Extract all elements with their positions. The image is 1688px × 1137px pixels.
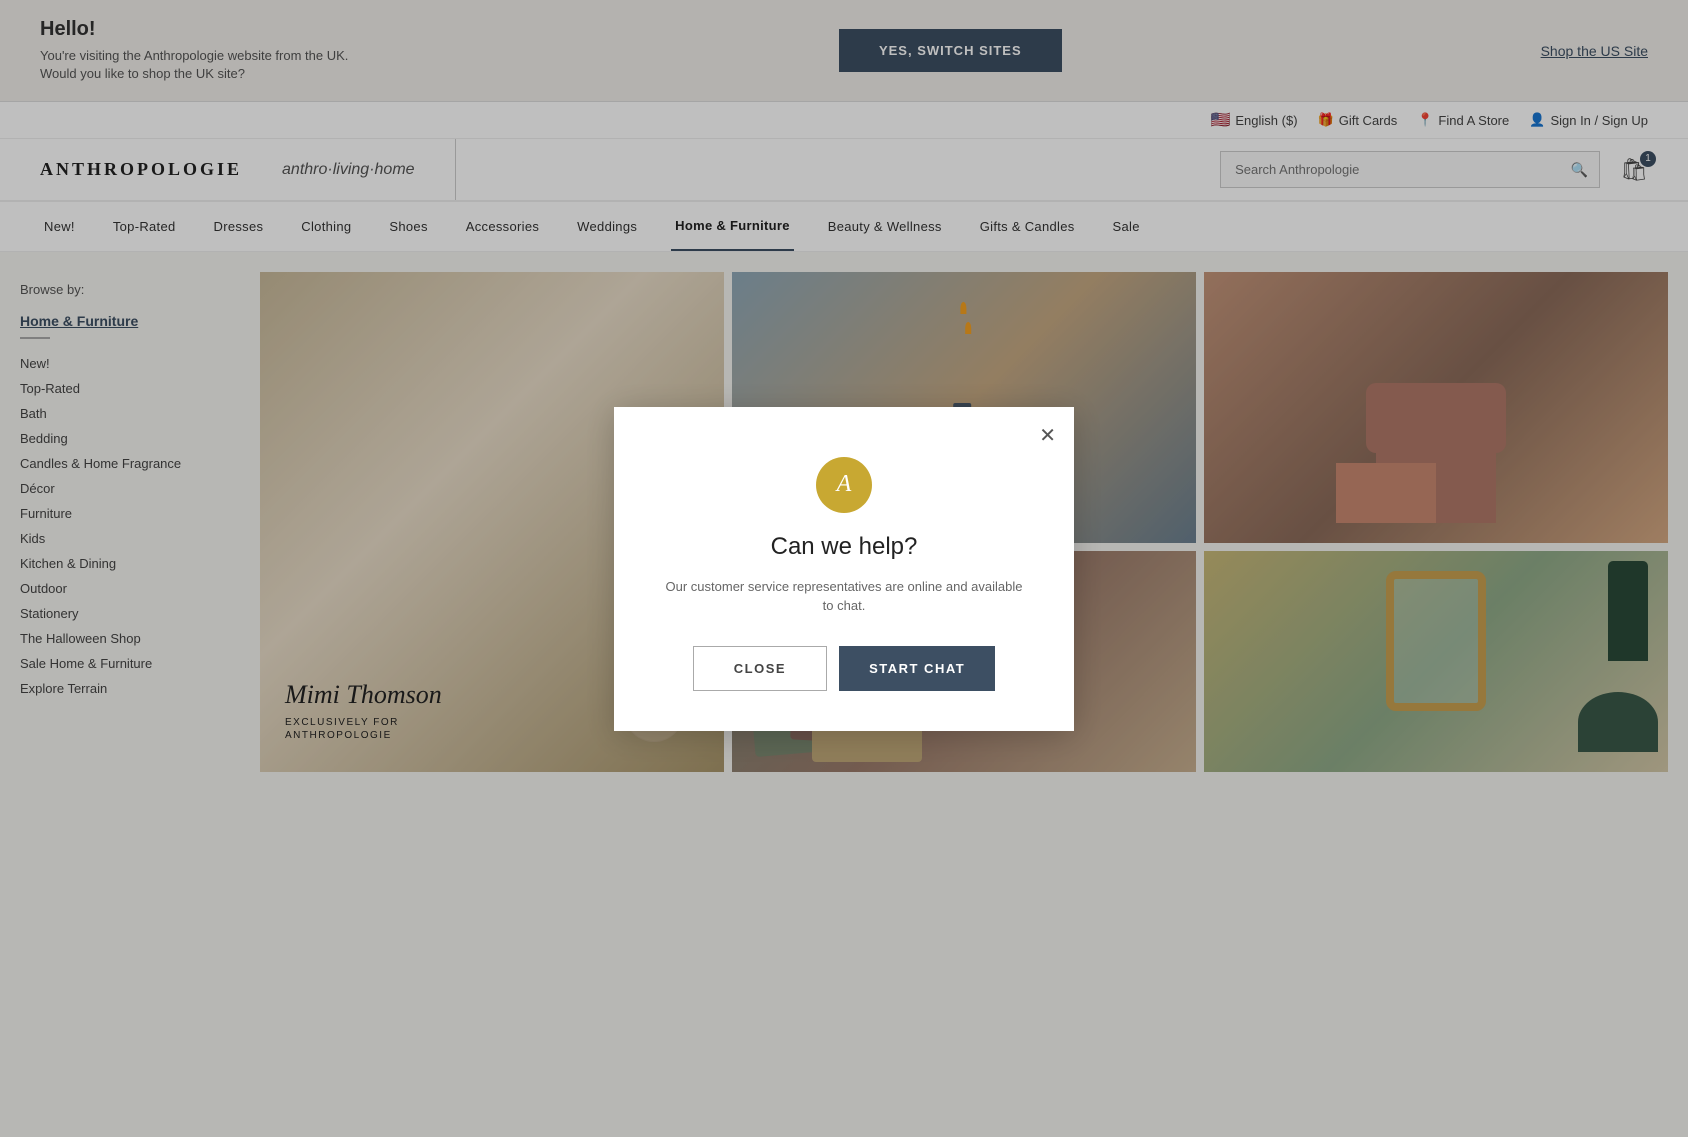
close-chat-button[interactable]: CLOSE — [693, 646, 827, 691]
modal-avatar: A — [816, 457, 872, 513]
modal-description: Our customer service representatives are… — [664, 577, 1024, 616]
modal-title: Can we help? — [664, 533, 1024, 561]
start-chat-button[interactable]: START CHAT — [839, 646, 995, 691]
chat-modal: ✕ A Can we help? Our customer service re… — [614, 407, 1074, 731]
modal-overlay: ✕ A Can we help? Our customer service re… — [0, 0, 1688, 1137]
modal-close-x-button[interactable]: ✕ — [1039, 423, 1056, 448]
modal-buttons: CLOSE START CHAT — [664, 646, 1024, 691]
